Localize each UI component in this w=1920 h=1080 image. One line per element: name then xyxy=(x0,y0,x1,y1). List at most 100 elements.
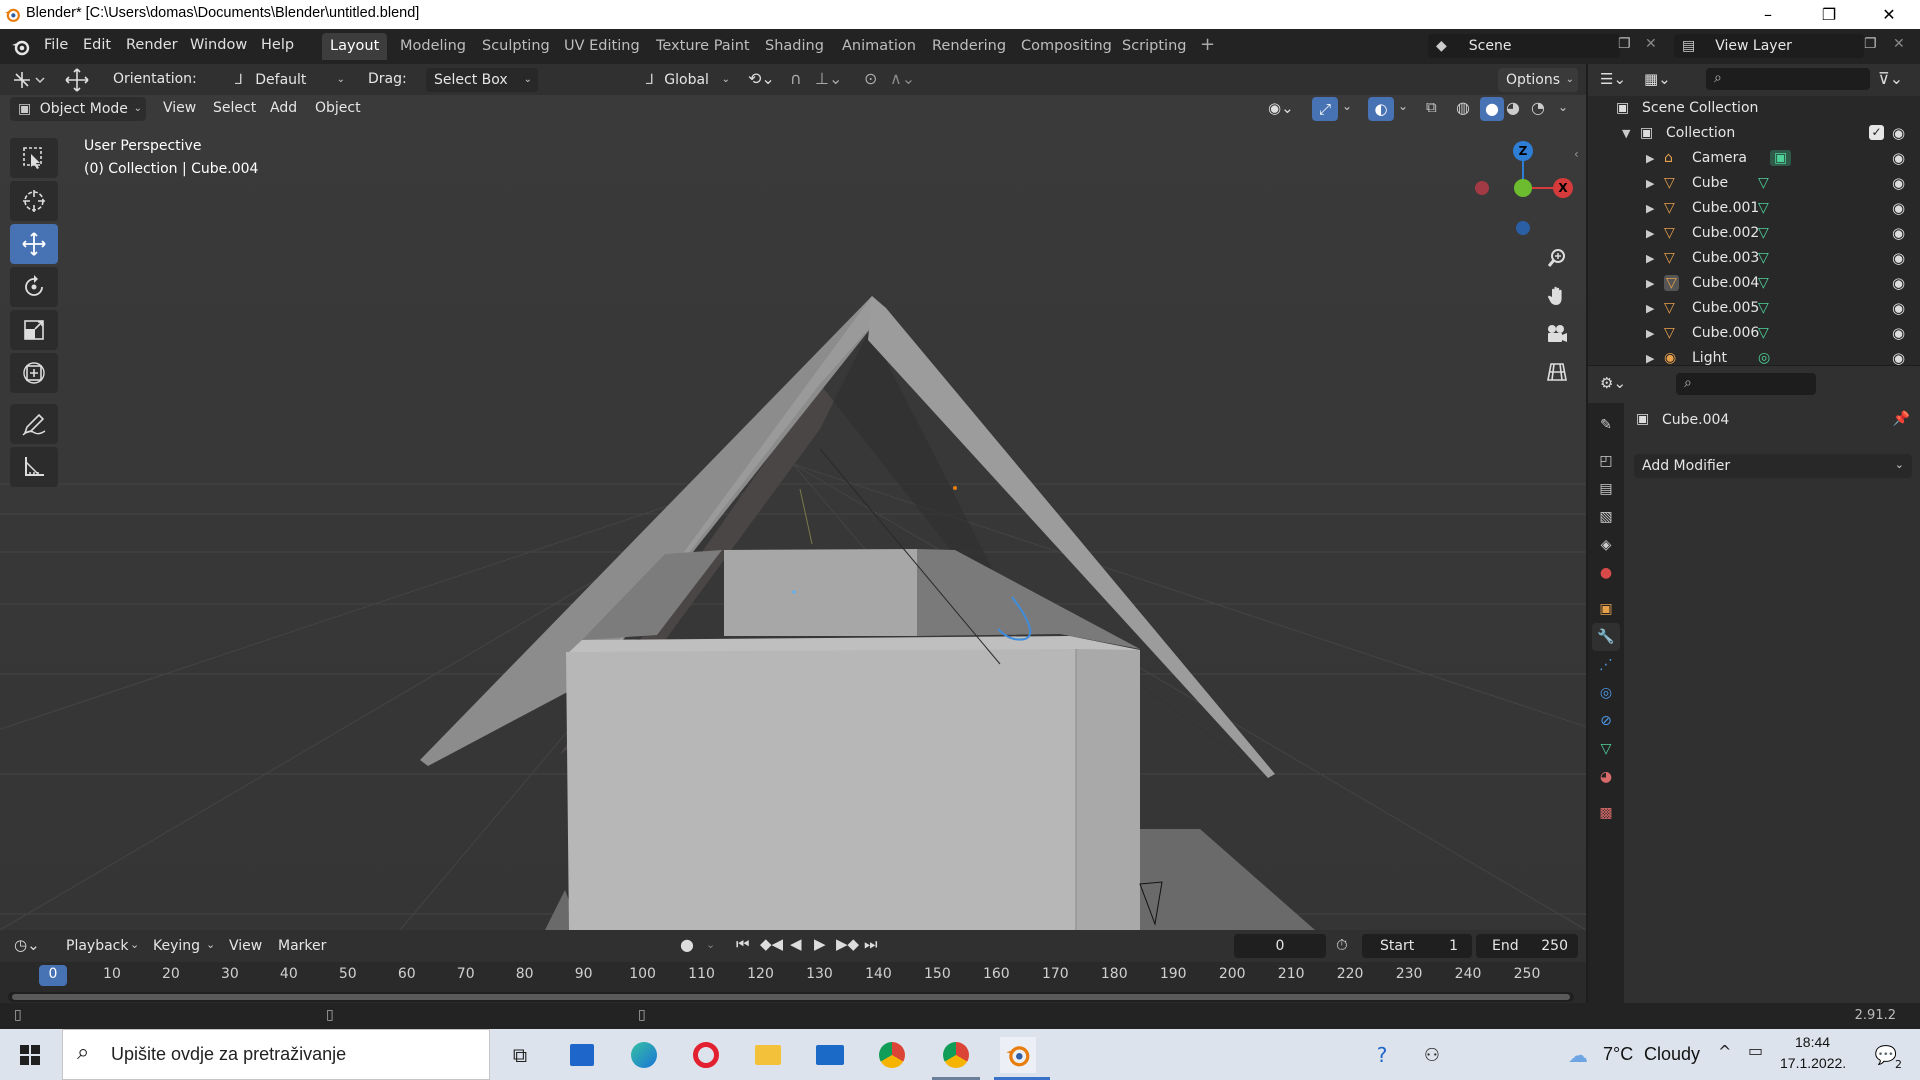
eye-icon[interactable]: ◉ xyxy=(1892,224,1910,242)
tab-constraints[interactable]: ⊘ xyxy=(1592,707,1620,735)
gizmo-dropdown-icon[interactable]: ⌄ xyxy=(1342,99,1352,113)
light-data-icon[interactable]: ◎ xyxy=(1758,350,1770,365)
chrome-icon[interactable] xyxy=(874,1037,910,1073)
mesh-data-icon[interactable]: ▽ xyxy=(1758,225,1769,241)
clock-time[interactable]: 18:44 xyxy=(1795,1034,1830,1050)
menu-file[interactable]: File xyxy=(44,37,68,53)
task-view-icon[interactable]: ⧉ xyxy=(502,1037,538,1073)
play-icon[interactable]: ▶ xyxy=(814,935,826,953)
timeline-editor-type-icon[interactable]: ◷⌄ xyxy=(14,936,40,954)
snap-icon[interactable]: ∩ xyxy=(790,69,802,88)
tab-texture[interactable]: ▩ xyxy=(1592,799,1620,827)
drag-dropdown[interactable]: Select Box ⌄ xyxy=(426,68,538,92)
falloff-icon[interactable]: ∧⌄ xyxy=(890,69,915,88)
transform-orientation-dropdown[interactable]: ⅃ Global ⌄ xyxy=(638,68,734,92)
wireframe-shading-icon[interactable]: ◍ xyxy=(1456,98,1470,117)
add-workspace-button[interactable]: + xyxy=(1200,34,1215,55)
tab-tool[interactable]: ✎ xyxy=(1592,411,1620,439)
microsoft-store-icon[interactable] xyxy=(564,1037,600,1073)
help-icon[interactable]: ? xyxy=(1364,1037,1400,1073)
timeline-scrollbar[interactable] xyxy=(8,992,1574,1002)
tab-sculpting[interactable]: Sculpting xyxy=(474,33,558,60)
clock-date[interactable]: 17.1.2022. xyxy=(1780,1055,1846,1071)
restore-button[interactable]: ❐ xyxy=(1806,0,1852,29)
mail-icon[interactable] xyxy=(812,1037,848,1073)
measure-tool[interactable] xyxy=(10,447,58,487)
network-icon[interactable]: ▭ xyxy=(1748,1041,1763,1060)
current-frame-field[interactable]: 0 xyxy=(1234,934,1326,958)
outliner-item[interactable]: ▶ ▽ Cube.002 ▽ ◉ xyxy=(1588,221,1920,246)
overlay-toggle-icon[interactable]: ◐ xyxy=(1368,97,1394,121)
overlay-dropdown-icon[interactable]: ⌄ xyxy=(1398,99,1408,113)
add-modifier-dropdown[interactable]: Add Modifier ⌄ xyxy=(1634,454,1912,478)
outliner-item[interactable]: ▶ ▽ Cube.003 ▽ ◉ xyxy=(1588,246,1920,271)
tab-view-layer[interactable]: ▧ xyxy=(1592,503,1620,531)
mesh-data-icon[interactable]: ▽ xyxy=(1758,250,1769,266)
menu-edit[interactable]: Edit xyxy=(83,37,111,53)
outliner-collection[interactable]: ▼ ▣ Collection ✓ ◉ xyxy=(1588,121,1920,146)
eye-icon[interactable]: ◉ xyxy=(1892,199,1910,217)
eye-icon[interactable]: ◉ xyxy=(1892,174,1910,192)
tab-physics[interactable]: ◎ xyxy=(1592,679,1620,707)
mesh-data-icon[interactable]: ▽ xyxy=(1758,175,1769,191)
move-tool[interactable] xyxy=(10,224,58,264)
display-mode-icon[interactable]: ▦⌄ xyxy=(1644,70,1671,88)
eye-icon[interactable]: ◉ xyxy=(1892,324,1910,342)
outliner-editor-type-icon[interactable]: ☰⌄ xyxy=(1600,70,1626,88)
tab-modeling[interactable]: Modeling xyxy=(392,33,474,60)
new-scene-icon[interactable]: ❐ xyxy=(1618,36,1631,52)
tab-uv-editing[interactable]: UV Editing xyxy=(556,33,648,60)
tab-output[interactable]: ▤ xyxy=(1592,475,1620,503)
tab-compositing[interactable]: Compositing xyxy=(1013,33,1120,60)
expand-arrow-icon[interactable]: ▶ xyxy=(1646,202,1654,215)
perspective-toggle-icon[interactable] xyxy=(1541,356,1573,388)
timeline-scrollbar-thumb[interactable] xyxy=(12,994,1570,1000)
camera-view-icon[interactable] xyxy=(1541,318,1573,350)
tab-texture-paint[interactable]: Texture Paint xyxy=(648,33,758,60)
notifications-icon[interactable]: 💬 2 xyxy=(1868,1037,1904,1073)
timeline-menu-playback[interactable]: Playback xyxy=(66,938,128,954)
people-icon[interactable]: ⚇ xyxy=(1414,1037,1450,1073)
eye-icon[interactable]: ◉ xyxy=(1892,124,1910,142)
tab-data[interactable]: ▽ xyxy=(1592,735,1620,763)
outliner-item[interactable]: ▶ ⌂ Camera ▣ ◉ xyxy=(1588,146,1920,171)
select-box-tool[interactable] xyxy=(10,138,58,178)
timeline-menu-marker[interactable]: Marker xyxy=(278,938,326,954)
snap-target-icon[interactable]: ⊥⌄ xyxy=(815,69,842,88)
jump-start-icon[interactable]: ⏮ xyxy=(736,935,750,953)
mesh-data-icon[interactable]: ▽ xyxy=(1758,200,1769,216)
expand-arrow-icon[interactable]: ▶ xyxy=(1646,327,1654,340)
delete-view-layer-icon[interactable]: ✕ xyxy=(1893,36,1905,52)
tab-layout[interactable]: Layout xyxy=(322,33,388,60)
editor-type-icon[interactable] xyxy=(12,70,46,90)
mesh-data-icon[interactable]: ▽ xyxy=(1758,275,1769,291)
viewport-menu-add[interactable]: Add xyxy=(270,100,297,116)
jump-end-icon[interactable]: ⏭ xyxy=(864,935,878,953)
mesh-data-icon[interactable]: ▽ xyxy=(1758,300,1769,316)
tab-rendering[interactable]: Rendering xyxy=(924,33,1014,60)
cursor-tool[interactable] xyxy=(10,181,58,221)
prev-keyframe-icon[interactable]: ◆◀ xyxy=(760,935,783,953)
outliner-search-input[interactable]: ⌕ xyxy=(1706,68,1870,90)
menu-window[interactable]: Window xyxy=(190,37,247,53)
new-view-layer-icon[interactable]: ❐ xyxy=(1864,36,1877,52)
eye-icon[interactable]: ◉ xyxy=(1892,149,1910,167)
windows-start-icon[interactable] xyxy=(12,1037,48,1073)
tab-world[interactable]: ● xyxy=(1592,559,1620,587)
expand-arrow-icon[interactable]: ▶ xyxy=(1646,277,1654,290)
rotate-tool[interactable] xyxy=(10,267,58,307)
auto-keying-dropdown-icon[interactable]: ⌄ xyxy=(706,938,715,951)
weather-temp[interactable]: 7°C xyxy=(1603,1044,1633,1065)
camera-data-icon[interactable]: ▣ xyxy=(1770,150,1792,166)
menu-render[interactable]: Render xyxy=(126,37,178,53)
outliner-item[interactable]: ▶ ▽ Cube ▽ ◉ xyxy=(1588,171,1920,196)
expand-arrow-icon[interactable]: ▶ xyxy=(1646,227,1654,240)
timeline-menu-keying[interactable]: Keying xyxy=(153,938,200,954)
solid-shading-icon[interactable]: ● xyxy=(1480,97,1504,121)
eye-icon[interactable]: ◉ xyxy=(1892,249,1910,267)
use-preview-range-icon[interactable]: ⏱ xyxy=(1336,936,1348,954)
collapse-arrow-icon[interactable]: ▼ xyxy=(1622,127,1630,140)
pan-hand-icon[interactable] xyxy=(1541,280,1573,312)
exclude-checkbox[interactable]: ✓ xyxy=(1869,125,1884,140)
tab-shading[interactable]: Shading xyxy=(757,33,832,60)
